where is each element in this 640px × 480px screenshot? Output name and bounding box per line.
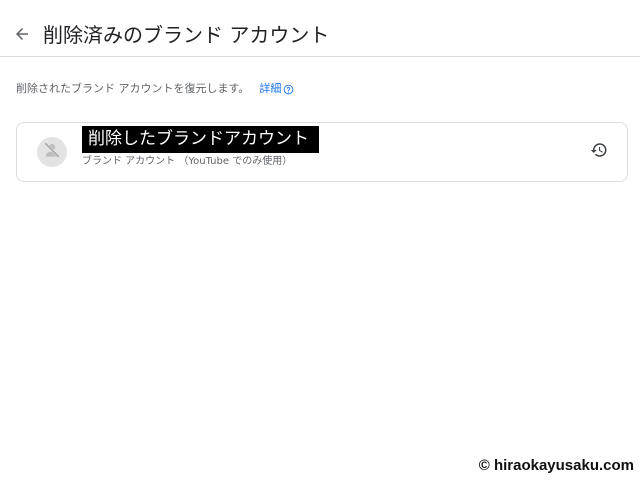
details-link[interactable]: 詳細 (259, 80, 294, 98)
help-circle-icon (283, 84, 294, 95)
account-name: 削除したブランドアカウント (82, 126, 319, 153)
description-text: 削除されたブランド アカウントを復元します。 (16, 82, 250, 95)
restore-history-icon (590, 141, 608, 163)
account-type: ブランド アカウント （YouTube でのみ使用） (82, 156, 293, 167)
page-title: 削除済みのブランド アカウント (43, 23, 330, 47)
arrow-back-icon (13, 25, 31, 47)
back-button[interactable] (10, 24, 34, 48)
page-header: 削除済みのブランド アカウント (0, 0, 640, 57)
description: 削除されたブランド アカウントを復元します。 詳細 (16, 80, 294, 98)
details-link-label: 詳細 (259, 82, 282, 95)
brand-account-card: 削除したブランドアカウント ブランド アカウント （YouTube でのみ使用） (16, 122, 628, 182)
person-off-icon (42, 140, 62, 164)
page: 削除済みのブランド アカウント 削除されたブランド アカウントを復元します。 詳… (0, 0, 640, 480)
restore-button[interactable] (587, 140, 611, 164)
watermark: © hiraokayusaku.com (478, 457, 634, 474)
avatar (37, 137, 67, 167)
